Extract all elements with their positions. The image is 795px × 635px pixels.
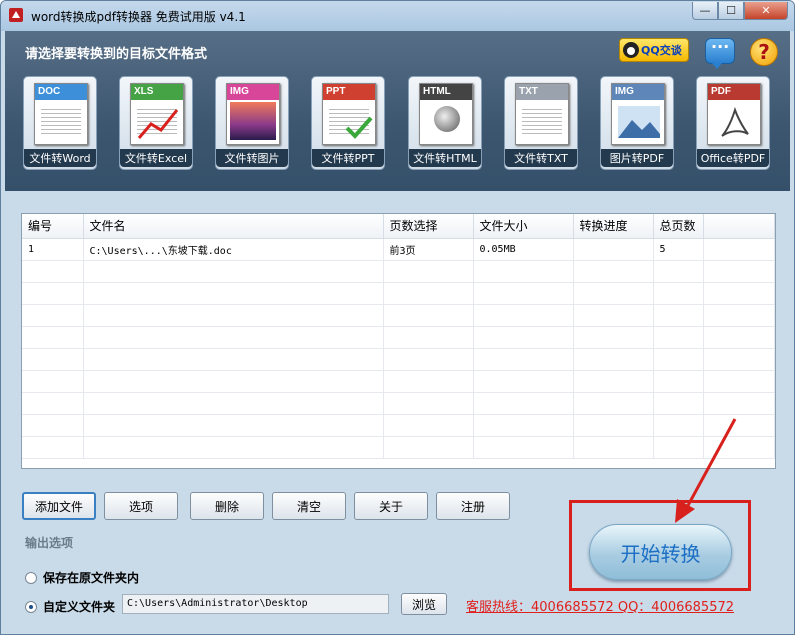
- image-to-pdf-button[interactable]: IMG 图片转PDF: [600, 76, 674, 170]
- table-header-row: 编号 文件名 页数选择 文件大小 转换进度 总页数: [22, 214, 775, 239]
- title-bar[interactable]: word转换成pdf转换器 免费试用版 v4.1 — ☐ ✕: [1, 1, 794, 31]
- options-button[interactable]: 选项: [104, 492, 178, 520]
- help-icon[interactable]: ?: [750, 38, 778, 66]
- format-excel-button[interactable]: XLS 文件转Excel: [119, 76, 193, 170]
- support-hotline-link[interactable]: 客服热线：4006685572 QQ：4006685572: [466, 596, 734, 615]
- ppt-file-icon: PPT: [322, 83, 376, 145]
- format-image-label: 文件转图片: [216, 149, 288, 167]
- format-ppt-button[interactable]: PPT 文件转PPT: [311, 76, 385, 170]
- col-header-filler: [703, 214, 775, 239]
- format-word-button[interactable]: DOC 文件转Word: [23, 76, 97, 170]
- empty-row: [22, 348, 775, 371]
- pdf-file-icon: PDF: [707, 83, 761, 145]
- col-header-progress[interactable]: 转换进度: [573, 214, 654, 239]
- empty-row: [22, 304, 775, 327]
- office-to-pdf-label: Office转PDF: [697, 149, 769, 167]
- format-html-label: 文件转HTML: [409, 149, 481, 167]
- delete-button[interactable]: 删除: [190, 492, 264, 520]
- register-button[interactable]: 注册: [436, 492, 510, 520]
- empty-row: [22, 260, 775, 283]
- table-row[interactable]: 1 C:\Users\...\东坡下载.doc 前3页 0.05MB 5: [22, 238, 775, 261]
- app-window: word转换成pdf转换器 免费试用版 v4.1 — ☐ ✕ 请选择要转换到的目…: [0, 0, 795, 635]
- format-word-label: 文件转Word: [24, 149, 96, 167]
- format-prompt: 请选择要转换到的目标文件格式: [25, 47, 208, 62]
- save-original-label: 保存在原文件夹内: [43, 571, 140, 585]
- output-path-input[interactable]: C:\Users\Administrator\Desktop: [122, 594, 389, 614]
- cell-index: 1: [22, 238, 84, 261]
- start-convert-button[interactable]: 开始转换: [589, 524, 732, 580]
- cell-size: 0.05MB: [473, 238, 574, 261]
- qq-penguin-icon: [623, 42, 639, 58]
- window-controls: — ☐ ✕: [692, 2, 788, 20]
- col-header-total-pages[interactable]: 总页数: [653, 214, 704, 239]
- minimize-button[interactable]: —: [692, 2, 718, 20]
- qq-chat-label: QQ交谈: [641, 44, 682, 57]
- cell-total-pages: 5: [653, 238, 704, 261]
- col-header-filename[interactable]: 文件名: [83, 214, 384, 239]
- custom-folder-label: 自定义文件夹: [43, 600, 116, 614]
- format-panel: 请选择要转换到的目标文件格式 QQ交谈 ? DOC 文件转Word XLS: [5, 31, 790, 191]
- img-file-icon: IMG: [226, 83, 280, 145]
- office-to-pdf-button[interactable]: PDF Office转PDF: [696, 76, 770, 170]
- col-header-index[interactable]: 编号: [22, 214, 84, 239]
- empty-row: [22, 282, 775, 305]
- cell-pages: 前3页: [383, 238, 474, 261]
- close-button[interactable]: ✕: [744, 2, 788, 20]
- about-button[interactable]: 关于: [354, 492, 428, 520]
- annotation-arrow-icon: [675, 418, 737, 523]
- format-ppt-label: 文件转PPT: [312, 149, 384, 167]
- browse-button[interactable]: 浏览: [401, 593, 447, 615]
- save-original-radio[interactable]: [25, 571, 37, 584]
- format-txt-label: 文件转TXT: [505, 149, 577, 167]
- add-file-button[interactable]: 添加文件: [22, 492, 96, 520]
- custom-folder-radio[interactable]: [25, 600, 37, 613]
- window-title: word转换成pdf转换器 免费试用版 v4.1: [31, 10, 246, 24]
- format-excel-label: 文件转Excel: [120, 149, 192, 167]
- format-buttons: DOC 文件转Word XLS 文件转Excel IMG 文件转图片 PPT 文…: [23, 76, 783, 171]
- txt-file-icon: TXT: [515, 83, 569, 145]
- html-file-icon: HTML: [419, 83, 473, 145]
- img-pdf-file-icon: IMG: [611, 83, 665, 145]
- empty-row: [22, 370, 775, 393]
- col-header-pages[interactable]: 页数选择: [383, 214, 474, 239]
- doc-file-icon: DOC: [34, 83, 88, 145]
- qq-chat-button[interactable]: QQ交谈: [619, 38, 689, 62]
- image-to-pdf-label: 图片转PDF: [601, 149, 673, 167]
- app-logo-icon: [9, 8, 23, 22]
- output-options-label: 输出选项: [25, 536, 74, 550]
- maximize-button[interactable]: ☐: [718, 2, 744, 20]
- empty-row: [22, 326, 775, 349]
- format-html-button[interactable]: HTML 文件转HTML: [408, 76, 482, 170]
- cell-filename: C:\Users\...\东坡下载.doc: [83, 238, 384, 261]
- chat-bubble-icon[interactable]: [705, 37, 735, 69]
- custom-folder-option[interactable]: 自定义文件夹: [25, 598, 115, 615]
- xls-file-icon: XLS: [130, 83, 184, 145]
- format-image-button[interactable]: IMG 文件转图片: [215, 76, 289, 170]
- save-original-option[interactable]: 保存在原文件夹内: [25, 569, 139, 586]
- clear-button[interactable]: 清空: [272, 492, 346, 520]
- cell-progress: [573, 238, 654, 261]
- format-txt-button[interactable]: TXT 文件转TXT: [504, 76, 578, 170]
- col-header-size[interactable]: 文件大小: [473, 214, 574, 239]
